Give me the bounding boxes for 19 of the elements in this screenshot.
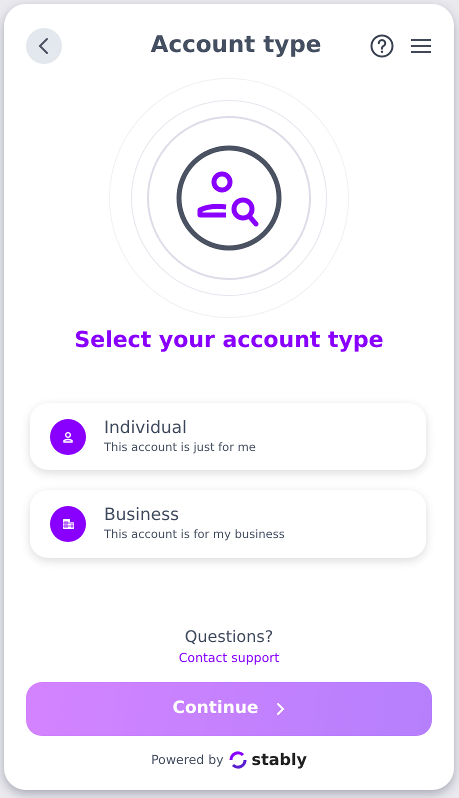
- powered-by-label: Powered by: [151, 750, 224, 769]
- menu-icon[interactable]: [410, 38, 432, 54]
- chevron-left-icon: [37, 37, 51, 55]
- account-option[interactable]: Business This account is for my business: [30, 490, 426, 558]
- logo-icon: [228, 750, 248, 770]
- questions-label: Questions?: [184, 626, 274, 648]
- option-description: This account is just for me: [104, 439, 256, 456]
- option-title: Business: [104, 504, 180, 526]
- contact-support-link[interactable]: Contact support: [26, 649, 432, 668]
- option-description: This account is for my business: [104, 526, 285, 544]
- chevron-right-icon: [276, 702, 286, 716]
- option-title: Individual: [104, 417, 188, 440]
- user-search-icon: [176, 145, 282, 251]
- back-button[interactable]: [26, 28, 62, 64]
- page-title: Account type: [150, 32, 322, 60]
- help-icon[interactable]: [370, 34, 394, 58]
- section-heading: Select your account type: [73, 327, 385, 355]
- account-option[interactable]: Individual This account is just for me: [30, 403, 426, 470]
- brand-name: stably: [252, 749, 307, 771]
